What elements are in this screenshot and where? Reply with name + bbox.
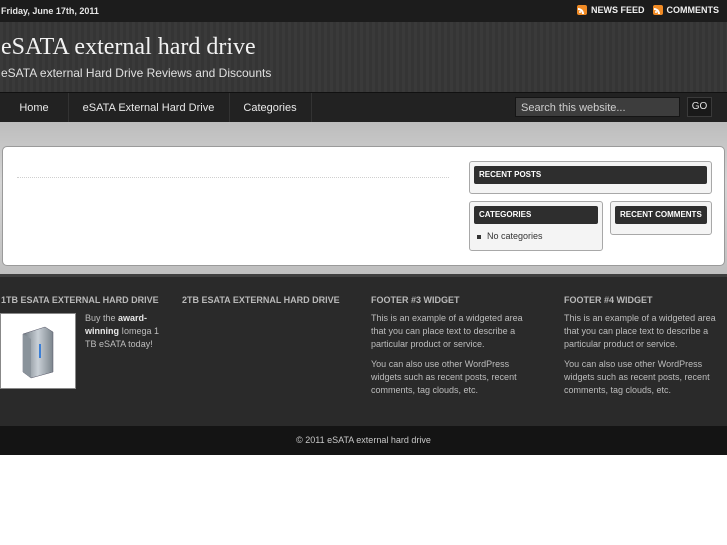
nav-item-home[interactable]: Home <box>0 93 69 123</box>
top-bar: Friday, June 17th, 2011 NEWS FEED COMMEN… <box>0 0 727 22</box>
main-nav: Home eSATA External Hard Drive Categorie… <box>0 92 727 123</box>
content-area: RECENT POSTS CATEGORIES No categories RE… <box>2 146 725 266</box>
recent-posts-widget: RECENT POSTS <box>469 161 712 194</box>
footer-widgets: 1TB ESATA EXTERNAL HARD DRIVE Buy the aw… <box>0 274 727 426</box>
recent-comments-widget: RECENT COMMENTS <box>610 201 712 235</box>
site-header: eSATA external hard drive eSATA external… <box>0 22 727 92</box>
footer-widget-1-text: Buy the award-winning Iomega 1 TB eSATA … <box>85 312 165 351</box>
bullet-icon <box>477 234 481 239</box>
site-tagline: eSATA external Hard Drive Reviews and Di… <box>1 66 272 80</box>
divider <box>17 177 449 178</box>
site-title[interactable]: eSATA external hard drive <box>1 34 256 61</box>
no-categories-text: No categories <box>487 231 543 241</box>
news-feed-link[interactable]: NEWS FEED <box>591 5 645 15</box>
categories-widget: CATEGORIES No categories <box>469 201 603 251</box>
page: Friday, June 17th, 2011 NEWS FEED COMMEN… <box>0 0 727 545</box>
footer-widget-3-p1: This is an example of a widgeted area th… <box>371 313 523 349</box>
footer-widget-2-title: 2TB ESATA EXTERNAL HARD DRIVE <box>182 295 340 305</box>
rss-icon[interactable] <box>576 5 587 15</box>
rss-icon[interactable] <box>652 5 663 15</box>
category-list-item: No categories <box>477 231 543 241</box>
feed-links: NEWS FEED COMMENTS <box>576 5 723 15</box>
search-input[interactable]: Search this website... <box>515 97 680 117</box>
search-button[interactable]: GO <box>687 97 712 117</box>
footer-widget-4-title: FOOTER #4 WIDGET <box>564 295 653 305</box>
product-image[interactable] <box>0 313 76 389</box>
recent-comments-title: RECENT COMMENTS <box>615 206 707 224</box>
footer-widget-3-p2: You can also use other WordPress widgets… <box>371 359 517 395</box>
footer-widget-1-title: 1TB ESATA EXTERNAL HARD DRIVE <box>1 295 159 305</box>
date-text: Friday, June 17th, 2011 <box>1 6 99 16</box>
footer-widget-4-p2: You can also use other WordPress widgets… <box>564 359 710 395</box>
nav-item-esata[interactable]: eSATA External Hard Drive <box>68 93 230 123</box>
footer-widget-4-p1: This is an example of a widgeted area th… <box>564 313 716 349</box>
comments-feed-link[interactable]: COMMENTS <box>667 5 720 15</box>
footer-widget-3-title: FOOTER #3 WIDGET <box>371 295 460 305</box>
hard-drive-image <box>22 326 54 379</box>
recent-posts-title: RECENT POSTS <box>474 166 707 184</box>
copyright-bar: © 2011 eSATA external hard drive <box>0 426 727 455</box>
nav-item-categories[interactable]: Categories <box>229 93 312 123</box>
categories-title: CATEGORIES <box>474 206 598 224</box>
w1-text-pre: Buy the <box>85 313 116 323</box>
